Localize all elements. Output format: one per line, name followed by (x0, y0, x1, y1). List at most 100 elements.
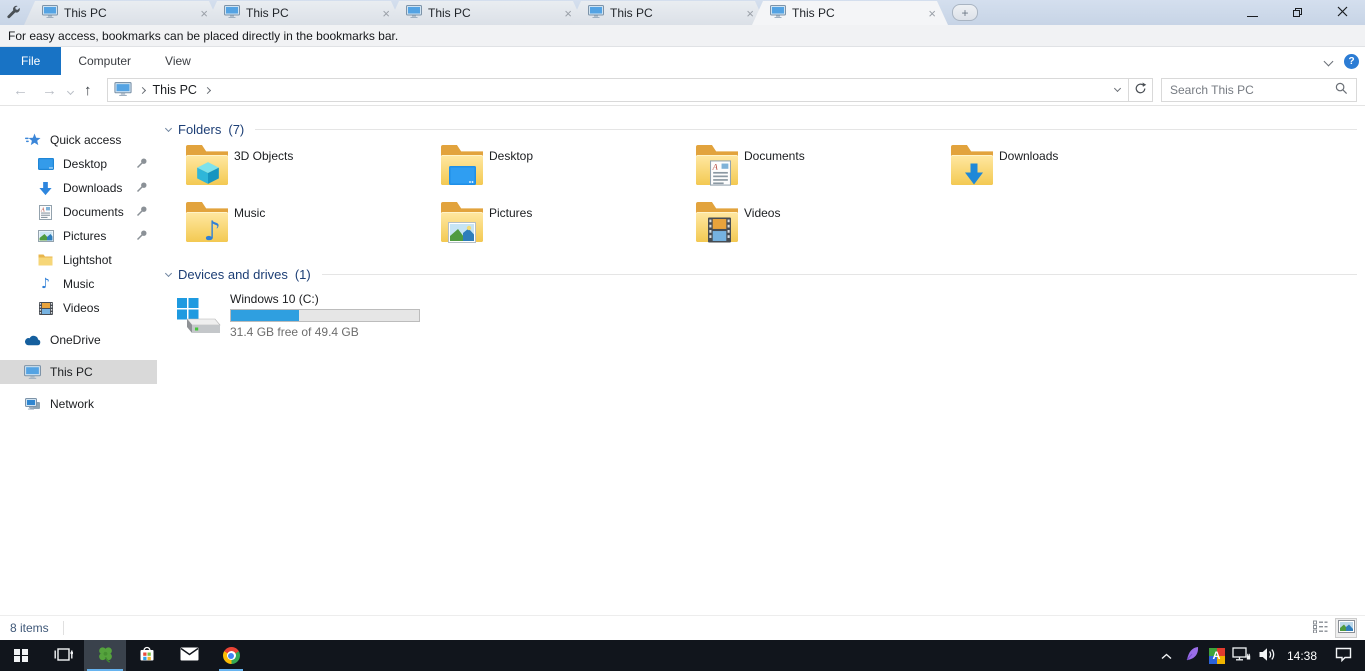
group-header-folders[interactable]: Folders (7) (164, 120, 1365, 139)
refresh-button[interactable] (1129, 78, 1153, 102)
sidebar-item-lightshot[interactable]: Lightshot (0, 248, 157, 272)
tab-close-icon[interactable]: × (562, 7, 574, 20)
status-bar: 8 items (0, 615, 1365, 640)
address-dropdown-button[interactable] (1106, 79, 1128, 101)
sidebar-item-desktop[interactable]: Desktop (0, 152, 157, 176)
minimize-button[interactable] (1230, 0, 1275, 25)
videos-film-icon (37, 301, 54, 315)
restore-button[interactable] (1275, 0, 1320, 25)
sidebar-item-label: Quick access (50, 133, 122, 147)
tab-this-pc-4[interactable]: This PC × (570, 1, 766, 25)
tab-this-pc-1[interactable]: This PC × (24, 1, 220, 25)
drive-tile-windows-10-c[interactable]: Windows 10 (C:) 31.4 GB free of 49.4 GB (175, 291, 1365, 339)
folder-tile-desktop[interactable]: Desktop (428, 139, 683, 196)
up-button[interactable]: ↑ (77, 82, 99, 99)
new-tab-button[interactable]: + (952, 4, 978, 21)
tray-show-hidden-icons-button[interactable] (1154, 640, 1179, 671)
sidebar-item-onedrive[interactable]: OneDrive (0, 328, 157, 352)
sidebar-item-videos[interactable]: Videos (0, 296, 157, 320)
address-bar[interactable]: This PC (106, 78, 1129, 102)
menu-view[interactable]: View (148, 54, 208, 68)
search-input[interactable]: Search This PC (1161, 78, 1357, 102)
folder-tile-pictures[interactable]: Pictures (428, 196, 683, 253)
recent-locations-button[interactable] (64, 83, 77, 97)
refresh-icon (1134, 82, 1147, 98)
computer-icon (113, 81, 132, 99)
tray-volume-button[interactable] (1254, 640, 1279, 671)
group-header-devices[interactable]: Devices and drives (1) (164, 265, 1365, 284)
tab-close-icon[interactable]: × (926, 7, 938, 20)
tray-lightshot-button[interactable] (1179, 640, 1204, 671)
network-status-icon (1232, 646, 1251, 665)
sidebar-item-label: Desktop (63, 157, 108, 171)
sidebar-item-pictures[interactable]: Pictures (0, 224, 157, 248)
network-icon (24, 397, 41, 411)
computer-icon (42, 5, 58, 21)
sidebar-item-network[interactable]: Network (0, 392, 157, 416)
task-view-button[interactable] (42, 640, 84, 671)
menu-file[interactable]: File (0, 47, 62, 75)
items-count: 8 items (10, 621, 49, 635)
bookmarks-bar[interactable]: For easy access, bookmarks can be placed… (0, 25, 1365, 47)
folder-tile-downloads[interactable]: Downloads (938, 139, 1193, 196)
sidebar-item-this-pc[interactable]: This PC (0, 360, 157, 384)
thumbnails-view-button[interactable] (1335, 618, 1357, 638)
folder-desktop-icon (440, 142, 484, 188)
folder-3d-objects-icon (185, 142, 229, 188)
close-icon (1337, 6, 1348, 20)
taskbar-mail-button[interactable] (168, 640, 210, 671)
clover-icon (96, 645, 115, 667)
taskbar-store-button[interactable] (126, 640, 168, 671)
tab-this-pc-2[interactable]: This PC × (206, 1, 402, 25)
taskbar-chrome-button[interactable] (210, 640, 252, 671)
folder-tile-3d-objects[interactable]: 3D Objects (173, 139, 428, 196)
tab-close-icon[interactable]: × (744, 7, 756, 20)
tab-strip: This PC × This PC × This PC × This PC × … (24, 0, 934, 25)
details-view-icon (1312, 620, 1328, 636)
menu-computer[interactable]: Computer (61, 54, 148, 68)
clover-settings-button[interactable] (0, 1, 24, 25)
breadcrumb-this-pc[interactable]: This PC (153, 83, 197, 97)
sidebar-item-music[interactable]: ♪ Music (0, 272, 157, 296)
sidebar-item-label: Documents (63, 205, 124, 219)
item-label: Videos (744, 206, 781, 220)
sidebar-item-label: OneDrive (50, 333, 101, 347)
tab-this-pc-3[interactable]: This PC × (388, 1, 584, 25)
sidebar-item-quick-access[interactable]: Quick access (0, 128, 157, 152)
tab-label: This PC (610, 6, 653, 20)
chevron-down-icon (1113, 84, 1121, 93)
forward-button[interactable]: → (35, 82, 64, 99)
action-center-button[interactable] (1325, 640, 1361, 671)
bookmarks-notice: For easy access, bookmarks can be placed… (8, 28, 399, 43)
folder-tile-videos[interactable]: Videos (683, 196, 938, 253)
breadcrumb-separator-icon[interactable] (203, 86, 211, 94)
speaker-icon (1258, 647, 1276, 665)
tray-network-button[interactable] (1229, 640, 1254, 671)
sidebar-item-label: Downloads (63, 181, 123, 195)
help-button[interactable]: ? (1344, 53, 1359, 69)
back-button[interactable]: ← (6, 82, 35, 99)
folder-tile-documents[interactable]: A Documents (683, 139, 938, 196)
tab-close-icon[interactable]: × (380, 7, 392, 20)
taskbar-clock[interactable]: 14:38 (1279, 649, 1325, 663)
folder-tile-music[interactable]: ♪ Music (173, 196, 428, 253)
computer-icon (24, 365, 41, 379)
taskbar-clover-button[interactable] (84, 640, 126, 671)
tab-this-pc-5-active[interactable]: This PC × (752, 1, 948, 25)
status-divider (62, 621, 64, 635)
tray-app-a-button[interactable]: A (1204, 640, 1229, 671)
sidebar-item-downloads[interactable]: Downloads (0, 176, 157, 200)
sidebar-item-documents[interactable]: A Documents (0, 200, 157, 224)
document-icon: A (37, 204, 54, 220)
close-button[interactable] (1320, 0, 1365, 25)
pin-icon (136, 229, 148, 244)
microsoft-store-icon (138, 645, 156, 666)
tray-app-a-icon: A (1208, 647, 1225, 664)
details-view-button[interactable] (1309, 618, 1331, 638)
items-view: Folders (7) 3D Objects Desktop A Documen… (157, 106, 1365, 615)
drive-name: Windows 10 (C:) (230, 292, 319, 306)
tab-close-icon[interactable]: × (198, 7, 210, 20)
start-button[interactable] (0, 640, 42, 671)
ribbon-expand-button[interactable] (1323, 54, 1334, 68)
sidebar-item-label: Pictures (63, 229, 107, 243)
